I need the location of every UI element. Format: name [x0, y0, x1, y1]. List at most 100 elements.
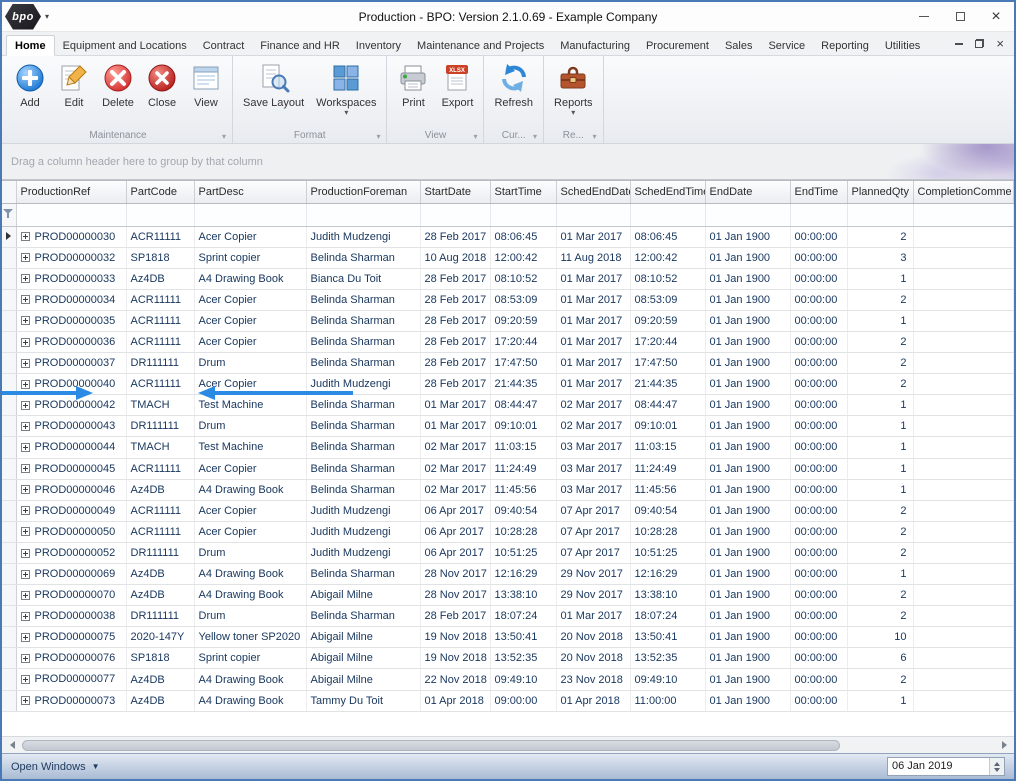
filter-cell-productionforeman[interactable]: [306, 203, 421, 227]
cell-partDesc[interactable]: Sprint copier: [194, 647, 307, 670]
mdi-minimize-button[interactable]: [955, 42, 964, 45]
expand-icon[interactable]: [20, 506, 30, 516]
cell-schedEndDate[interactable]: 20 Nov 2018: [556, 647, 631, 670]
cell-ref[interactable]: PROD00000036: [16, 331, 127, 354]
filter-cell-partcode[interactable]: [126, 203, 195, 227]
cell-partCode[interactable]: Az4DB: [126, 563, 195, 586]
cell-partDesc[interactable]: Drum: [194, 605, 307, 628]
cell-completionComment[interactable]: [913, 247, 1014, 269]
cell-startDate[interactable]: 28 Nov 2017: [420, 563, 491, 586]
cell-endDate[interactable]: 01 Jan 1900: [705, 394, 791, 417]
cell-partDesc[interactable]: Acer Copier: [194, 500, 307, 522]
cell-startDate[interactable]: 28 Feb 2017: [420, 605, 491, 628]
cell-startDate[interactable]: 19 Nov 2018: [420, 647, 491, 670]
export-button[interactable]: XLSX Export: [436, 59, 478, 110]
add-button[interactable]: Add: [9, 59, 51, 110]
cell-ref[interactable]: PROD00000037: [16, 352, 127, 375]
table-row[interactable]: PROD00000070 Az4DB A4 Drawing Book Abigail …: [2, 584, 1014, 607]
expand-icon[interactable]: [20, 632, 30, 642]
cell-completionComment[interactable]: [913, 394, 1014, 417]
workspaces-button[interactable]: Workspaces ▾: [311, 59, 381, 117]
cell-endTime[interactable]: 00:00:00: [790, 268, 848, 290]
delete-button[interactable]: Delete: [97, 59, 139, 110]
cell-partDesc[interactable]: A4 Drawing Book: [194, 563, 307, 586]
filter-cell-partdesc[interactable]: [194, 203, 307, 227]
cell-schedEndDate[interactable]: 07 Apr 2017: [556, 500, 631, 522]
cell-completionComment[interactable]: [913, 521, 1014, 543]
cell-foreman[interactable]: Belinda Sharman: [306, 352, 421, 375]
tab-service[interactable]: Service: [760, 36, 813, 55]
cell-completionComment[interactable]: [913, 415, 1014, 438]
cell-foreman[interactable]: Belinda Sharman: [306, 436, 421, 459]
cell-partDesc[interactable]: A4 Drawing Book: [194, 668, 307, 691]
cell-ref[interactable]: PROD00000075: [16, 626, 127, 649]
cell-plannedQty[interactable]: 6: [847, 647, 914, 670]
cell-completionComment[interactable]: [913, 500, 1014, 522]
cell-startTime[interactable]: 11:24:49: [490, 458, 557, 480]
cell-schedEndTime[interactable]: 10:28:28: [630, 521, 706, 543]
cell-endDate[interactable]: 01 Jan 1900: [705, 415, 791, 438]
cell-ref[interactable]: PROD00000077: [16, 668, 127, 691]
cell-completionComment[interactable]: [913, 268, 1014, 290]
cell-ref[interactable]: PROD00000044: [16, 436, 127, 459]
cell-schedEndDate[interactable]: 01 Mar 2017: [556, 605, 631, 628]
cell-schedEndDate[interactable]: 01 Apr 2018: [556, 690, 631, 712]
cell-endTime[interactable]: 00:00:00: [790, 331, 848, 354]
cell-startTime[interactable]: 09:40:54: [490, 500, 557, 522]
cell-startDate[interactable]: 28 Feb 2017: [420, 289, 491, 311]
cell-partCode[interactable]: TMACH: [126, 436, 195, 459]
cell-startTime[interactable]: 09:20:59: [490, 310, 557, 332]
cell-partDesc[interactable]: A4 Drawing Book: [194, 268, 307, 290]
cell-startDate[interactable]: 06 Apr 2017: [420, 500, 491, 522]
cell-startTime[interactable]: 21:44:35: [490, 373, 557, 396]
cell-schedEndTime[interactable]: 08:53:09: [630, 289, 706, 311]
table-row[interactable]: PROD00000044 TMACH Test Machine Belinda Sha…: [2, 436, 1014, 459]
expand-icon[interactable]: [20, 274, 30, 284]
cell-completionComment[interactable]: [913, 690, 1014, 712]
table-row[interactable]: PROD00000030 ACR11111 Acer Copier Judith Mu…: [2, 226, 1014, 248]
cell-partDesc[interactable]: A4 Drawing Book: [194, 479, 307, 501]
table-row[interactable]: PROD00000042 TMACH Test Machine Belinda Sha…: [2, 394, 1014, 417]
cell-endDate[interactable]: 01 Jan 1900: [705, 331, 791, 354]
cell-completionComment[interactable]: [913, 626, 1014, 649]
filter-cell-startdate[interactable]: [420, 203, 491, 227]
cell-startDate[interactable]: 10 Aug 2018: [420, 247, 491, 269]
cell-ref[interactable]: PROD00000069: [16, 563, 127, 586]
cell-plannedQty[interactable]: 1: [847, 394, 914, 417]
print-button[interactable]: Print: [392, 59, 434, 110]
cell-partCode[interactable]: DR111111: [126, 415, 195, 438]
cell-endTime[interactable]: 00:00:00: [790, 247, 848, 269]
cell-startDate[interactable]: 02 Mar 2017: [420, 479, 491, 501]
cell-foreman[interactable]: Judith Mudzengi: [306, 542, 421, 565]
expand-icon[interactable]: [20, 337, 30, 347]
cell-ref[interactable]: PROD00000052: [16, 542, 127, 565]
cell-partDesc[interactable]: Yellow toner SP2020: [194, 626, 307, 649]
cell-startDate[interactable]: 28 Feb 2017: [420, 226, 491, 248]
cell-ref[interactable]: PROD00000040: [16, 373, 127, 396]
cell-foreman[interactable]: Belinda Sharman: [306, 247, 421, 269]
cell-partCode[interactable]: Az4DB: [126, 268, 195, 290]
cell-partDesc[interactable]: Acer Copier: [194, 289, 307, 311]
cell-foreman[interactable]: Belinda Sharman: [306, 563, 421, 586]
cell-plannedQty[interactable]: 1: [847, 458, 914, 480]
filter-cell-schedenddate[interactable]: [556, 203, 631, 227]
cell-schedEndTime[interactable]: 21:44:35: [630, 373, 706, 396]
cell-startTime[interactable]: 13:50:41: [490, 626, 557, 649]
cell-startDate[interactable]: 06 Apr 2017: [420, 542, 491, 565]
cell-endTime[interactable]: 00:00:00: [790, 394, 848, 417]
expand-icon[interactable]: [20, 464, 30, 474]
expand-icon[interactable]: [20, 421, 30, 431]
table-row[interactable]: PROD00000052 DR111111 Drum Judith Mudzengi 0…: [2, 542, 1014, 565]
cell-schedEndTime[interactable]: 18:07:24: [630, 605, 706, 628]
column-header-schedenddate[interactable]: SchedEndDate: [556, 181, 631, 204]
table-row[interactable]: PROD00000049 ACR11111 Acer Copier Judith Mu…: [2, 500, 1014, 522]
expand-icon[interactable]: [20, 653, 30, 663]
cell-endDate[interactable]: 01 Jan 1900: [705, 247, 791, 269]
cell-startTime[interactable]: 12:00:42: [490, 247, 557, 269]
cell-schedEndDate[interactable]: 01 Mar 2017: [556, 226, 631, 248]
cell-plannedQty[interactable]: 2: [847, 668, 914, 691]
cell-partCode[interactable]: Az4DB: [126, 584, 195, 607]
column-header-partcode[interactable]: PartCode: [126, 181, 195, 204]
cell-completionComment[interactable]: [913, 605, 1014, 628]
cell-endTime[interactable]: 00:00:00: [790, 690, 848, 712]
